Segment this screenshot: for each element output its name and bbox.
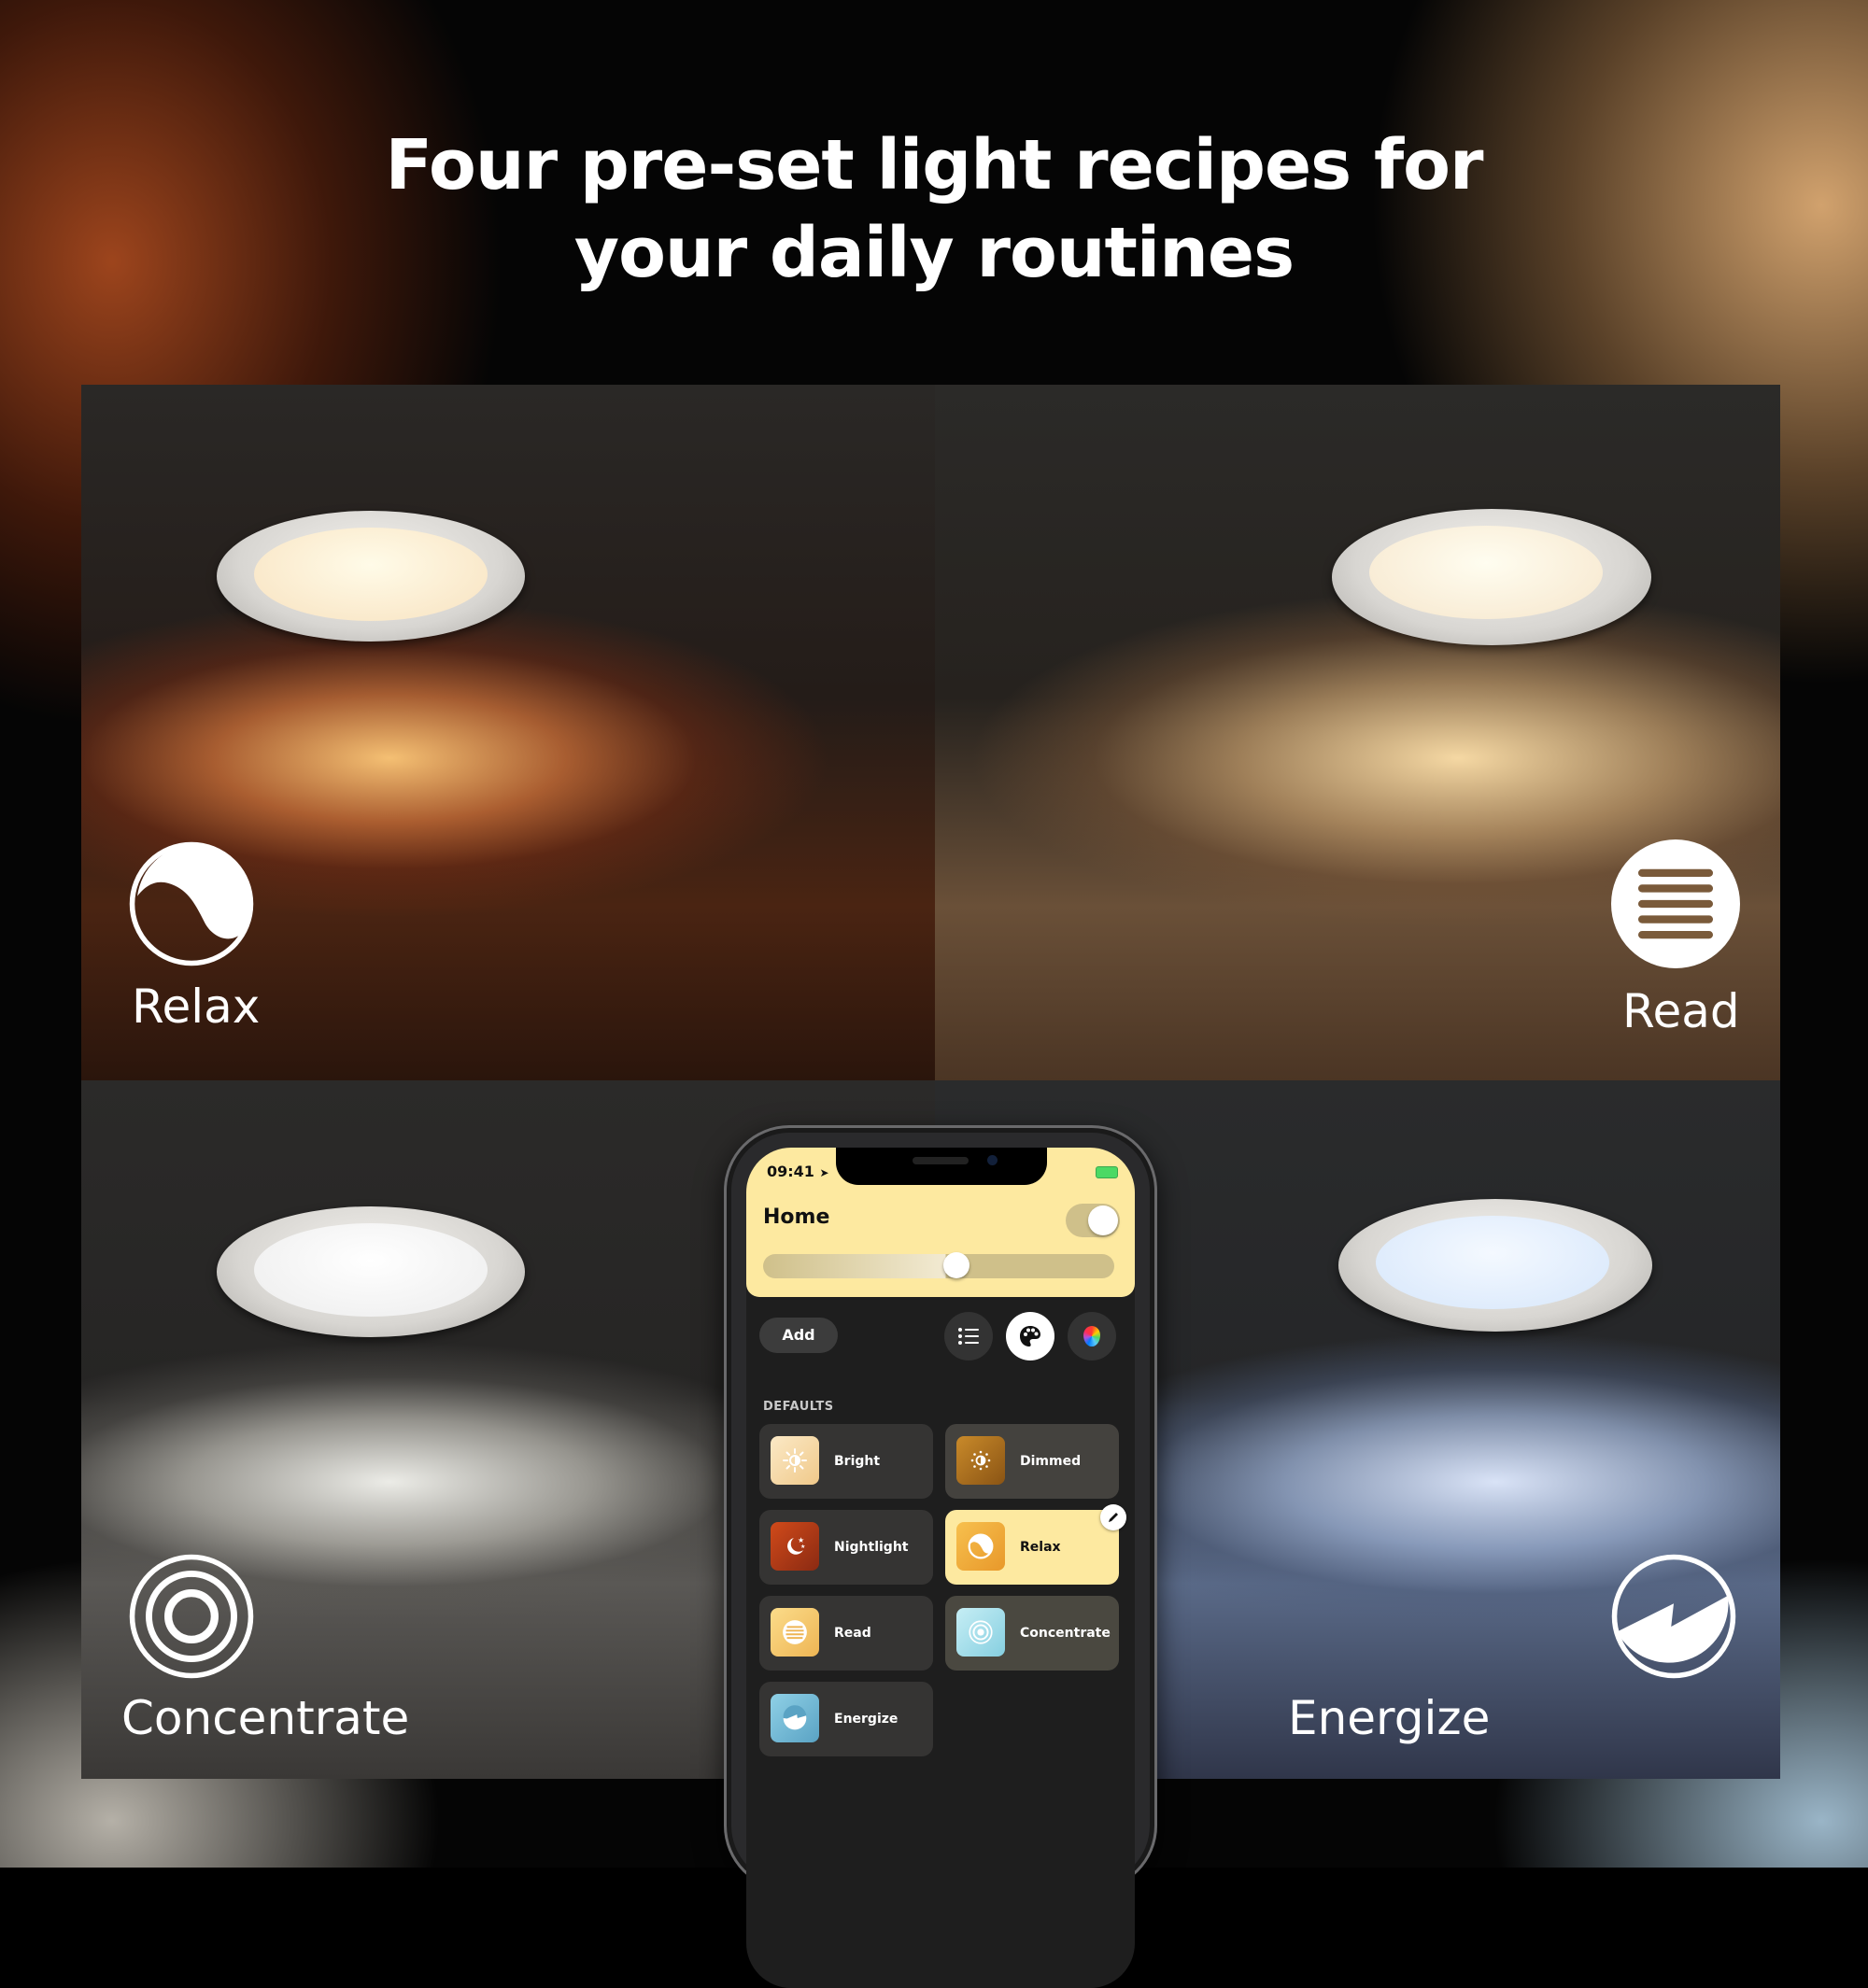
section-label-defaults: DEFAULTS xyxy=(763,1400,834,1414)
dim-sun-icon xyxy=(956,1436,1005,1485)
scene-label-concentrate: Concentrate xyxy=(121,1691,410,1745)
concentrate-icon xyxy=(956,1608,1005,1657)
scene-tile-relax[interactable]: Relax xyxy=(945,1504,1126,1585)
scene-tile-concentrate[interactable]: Concentrate xyxy=(945,1596,1119,1671)
ceiling-light xyxy=(1338,1199,1652,1332)
relax-icon xyxy=(956,1522,1005,1571)
tile-label: Energize xyxy=(834,1712,899,1727)
brightness-slider[interactable] xyxy=(763,1252,1114,1278)
status-time-text: 09:41 xyxy=(767,1163,814,1180)
list-icon xyxy=(958,1328,979,1345)
tile-label: Relax xyxy=(1020,1540,1061,1555)
concentrate-rings-icon xyxy=(129,1554,254,1679)
tile-label: Dimmed xyxy=(1020,1454,1082,1469)
slider-thumb[interactable] xyxy=(942,1252,969,1278)
power-toggle[interactable] xyxy=(1066,1204,1120,1237)
headline: Four pre-set light recipes for your dail… xyxy=(0,121,1868,297)
scene-label-energize: Energize xyxy=(1288,1691,1491,1745)
relax-yin-yang-icon xyxy=(129,841,254,966)
scene-label-read: Read xyxy=(1622,984,1740,1038)
camera xyxy=(987,1155,998,1165)
headline-line-1: Four pre-set light recipes for xyxy=(385,125,1484,205)
palette-icon xyxy=(1020,1326,1040,1346)
ceiling-light xyxy=(217,1206,525,1337)
phone-screen: 09:41 ➤ Home Add DEFAULTS Bright Dimmed … xyxy=(746,1148,1135,1988)
toggle-knob xyxy=(1088,1205,1118,1235)
light-lens xyxy=(254,1223,488,1317)
scene-label-relax: Relax xyxy=(132,980,261,1034)
energize-icon xyxy=(771,1694,819,1742)
phone-mockup: 09:41 ➤ Home Add DEFAULTS Bright Dimmed … xyxy=(724,1125,1157,1988)
ceiling-light xyxy=(217,511,525,642)
read-icon xyxy=(771,1608,819,1657)
tile-label: Bright xyxy=(834,1454,881,1469)
light-lens xyxy=(254,528,488,621)
add-button[interactable]: Add xyxy=(759,1318,838,1353)
list-view-button[interactable] xyxy=(944,1312,993,1361)
light-lens xyxy=(1369,526,1603,619)
pencil-icon xyxy=(1109,1513,1118,1522)
scene-panel-read: Read xyxy=(935,385,1780,1080)
ceiling-light xyxy=(1332,509,1651,645)
read-lines-icon xyxy=(1611,839,1740,968)
scene-tile-read[interactable]: Read xyxy=(759,1596,933,1671)
status-time: 09:41 ➤ xyxy=(767,1163,829,1180)
room-title: Home xyxy=(763,1205,830,1229)
tile-label: Read xyxy=(834,1626,871,1641)
scene-tile-dimmed[interactable]: Dimmed xyxy=(945,1424,1119,1499)
phone-notch xyxy=(836,1148,1047,1185)
headline-line-2: your daily routines xyxy=(573,213,1295,293)
palette-view-button[interactable] xyxy=(1006,1312,1054,1361)
scene-panel-relax: Relax xyxy=(81,385,935,1080)
energize-bolt-icon xyxy=(1611,1554,1736,1679)
light-lens xyxy=(1376,1216,1609,1309)
svg-text:★: ★ xyxy=(800,1544,805,1550)
tile-label: Concentrate xyxy=(1020,1626,1111,1641)
tile-label: Nightlight xyxy=(834,1540,909,1555)
speaker xyxy=(913,1157,969,1164)
battery-charging-icon xyxy=(1096,1166,1118,1178)
color-picker-button[interactable] xyxy=(1068,1312,1116,1361)
scene-tile-nightlight[interactable]: ★ ★ Nightlight xyxy=(759,1510,933,1585)
color-picker-icon xyxy=(1083,1326,1100,1346)
scene-tile-bright[interactable]: Bright xyxy=(759,1424,933,1499)
edit-scene-button[interactable] xyxy=(1100,1504,1126,1530)
sun-icon xyxy=(771,1436,819,1485)
moon-stars-icon: ★ ★ xyxy=(771,1522,819,1571)
location-arrow-icon: ➤ xyxy=(819,1166,829,1179)
scene-tile-energize[interactable]: Energize xyxy=(759,1682,933,1756)
